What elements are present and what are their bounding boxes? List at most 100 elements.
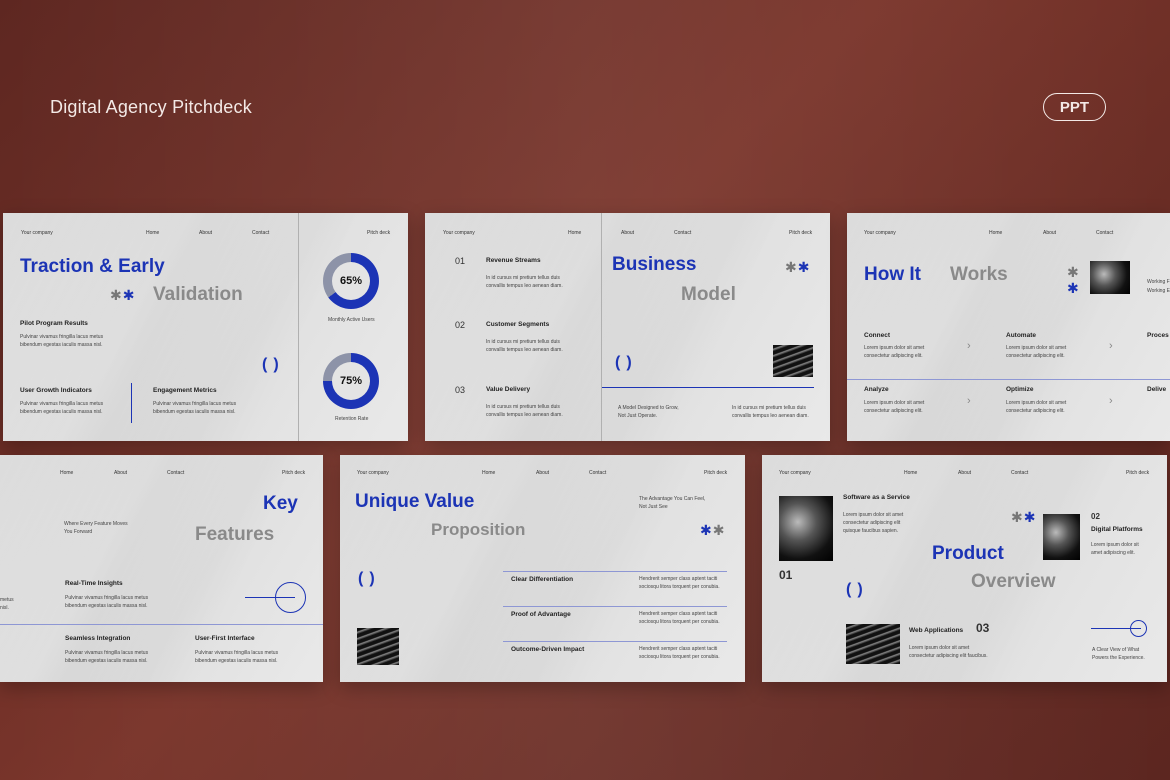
text: In id cursus mi pretium tellus duis conva…: [732, 405, 809, 419]
slide-unique-value[interactable]: Your company Home About Contact Pitch de…: [340, 455, 745, 682]
nav-about[interactable]: About: [958, 470, 971, 476]
stat-value: 75%: [332, 362, 370, 400]
slide-title: How It: [864, 264, 921, 285]
thumbnail-image: [1043, 514, 1080, 560]
slide-traction[interactable]: Your company Home About Contact Pitch de…: [3, 213, 408, 441]
text: Pulvinar vivamus fringilla lacus metus bi…: [65, 595, 149, 609]
chevron-right-icon[interactable]: ›: [967, 395, 971, 407]
slide-title: Unique Value: [355, 491, 475, 512]
nav-about[interactable]: About: [1043, 230, 1056, 236]
nav-pitch[interactable]: Pitch deck: [1126, 470, 1149, 476]
step-label: Analyze: [864, 386, 889, 393]
divider: [601, 213, 602, 441]
text: Lorem ipsum dolor sit amet consectetur ad…: [909, 645, 988, 659]
text: Lorem ipsum dolor sit amet adipiscing eli…: [1091, 542, 1139, 556]
side-text: Working F: [1147, 279, 1170, 285]
label-seamless: Seamless Integration: [65, 635, 131, 642]
ppt-badge[interactable]: PPT: [1043, 93, 1106, 121]
nav-about[interactable]: About: [199, 230, 212, 236]
nav-contact[interactable]: Contact: [252, 230, 269, 236]
slide-subtitle: Proposition: [431, 520, 526, 539]
text: Pulvinar vivamus fringilla lacus metus bi…: [20, 401, 104, 415]
item-label: Revenue Streams: [486, 257, 541, 264]
nav-home[interactable]: Home: [989, 230, 1002, 236]
divider: [0, 624, 323, 625]
thumbnail-image: [773, 345, 813, 377]
text: The Advantage You Can Feel, Not Just See: [639, 496, 706, 510]
divider: [298, 213, 299, 441]
divider: [847, 379, 1170, 380]
label-realtime: Real-Time Insights: [65, 580, 123, 587]
row-label: Outcome-Driven Impact: [511, 646, 585, 653]
slide-subtitle: Works: [950, 264, 1008, 285]
step-label: Delive: [1147, 386, 1167, 393]
slide-title: Product: [932, 543, 1004, 564]
nav-company[interactable]: Your company: [779, 470, 811, 476]
text: metus nisl.: [0, 597, 14, 611]
text: Hendrerit semper class aptent taciti soci…: [639, 646, 720, 660]
divider: [503, 571, 727, 572]
nav-company[interactable]: Your company: [443, 230, 475, 236]
slide-subtitle: Features: [195, 524, 275, 545]
divider: [503, 606, 727, 607]
arrow-circle-icon[interactable]: [1130, 620, 1147, 637]
nav-contact[interactable]: Contact: [589, 470, 606, 476]
nav-about[interactable]: About: [536, 470, 549, 476]
nav-home[interactable]: Home: [146, 230, 159, 236]
label-platforms: Digital Platforms: [1091, 526, 1143, 533]
text: Lorem ipsum dolor sit amet consectetur ad…: [864, 400, 925, 414]
label-engagement: Engagement Metrics: [153, 387, 217, 394]
item-number: 01: [779, 568, 793, 582]
nav-company[interactable]: Your company: [864, 230, 896, 236]
text: A Clear View of What Powers the Experienc…: [1092, 647, 1145, 661]
divider: [131, 383, 132, 423]
text: Hendrerit semper class aptent taciti soci…: [639, 611, 720, 625]
nav-about[interactable]: About: [621, 230, 634, 236]
nav-contact[interactable]: Contact: [674, 230, 691, 236]
text: Lorem ipsum dolor sit amet consectetur ad…: [1006, 345, 1067, 359]
arrow-circle-icon[interactable]: [275, 582, 306, 613]
slide-product-overview[interactable]: Your company Home About Contact Pitch de…: [762, 455, 1167, 682]
divider: [503, 641, 727, 642]
item-number: 02: [455, 320, 466, 330]
nav-pitch[interactable]: Pitch deck: [282, 470, 305, 476]
donut-chart-icon: 65%: [323, 253, 379, 309]
text: Where Every Feature Moves You Forward: [64, 521, 128, 535]
label-saas: Software as a Service: [843, 494, 910, 501]
nav-pitch[interactable]: Pitch deck: [367, 230, 390, 236]
text: In id cursus mi pretium tellus duis conva…: [486, 404, 563, 418]
label-webapps: Web Applications: [909, 627, 964, 634]
text: Pulvinar vivamus fringilla lacus metus bi…: [153, 401, 237, 415]
step-label: Optimize: [1006, 386, 1034, 393]
nav-about[interactable]: About: [114, 470, 127, 476]
slide-how-it-works[interactable]: Your company Home About Contact How It W…: [847, 213, 1170, 441]
parentheses-icon: (): [615, 354, 638, 371]
slide-glare: [0, 455, 323, 682]
nav-pitch[interactable]: Pitch deck: [789, 230, 812, 236]
slide-business-model[interactable]: Your company Home About Contact Pitch de…: [425, 213, 830, 441]
nav-contact[interactable]: Contact: [1011, 470, 1028, 476]
chevron-right-icon[interactable]: ›: [967, 340, 971, 352]
parentheses-icon: (): [358, 570, 381, 587]
row-label: Proof of Advantage: [511, 611, 571, 618]
nav-pitch[interactable]: Pitch deck: [704, 470, 727, 476]
nav-contact[interactable]: Contact: [1096, 230, 1113, 236]
chevron-right-icon[interactable]: ›: [1109, 340, 1113, 352]
nav-company[interactable]: Your company: [357, 470, 389, 476]
nav-contact[interactable]: Contact: [167, 470, 184, 476]
nav-company[interactable]: Your company: [21, 230, 53, 236]
nav-home[interactable]: Home: [60, 470, 73, 476]
page-title: Digital Agency Pitchdeck: [50, 97, 252, 117]
asterisk-icon: ✱✱: [110, 287, 136, 303]
item-label: Value Delivery: [486, 386, 531, 393]
slide-title: Key: [263, 493, 298, 514]
nav-home[interactable]: Home: [482, 470, 495, 476]
nav-home[interactable]: Home: [568, 230, 581, 236]
nav-home[interactable]: Home: [904, 470, 917, 476]
stat-label: Monthly Active Users: [328, 317, 375, 323]
step-label: Connect: [864, 332, 890, 339]
text: Hendrerit semper class aptent taciti soci…: [639, 576, 720, 590]
chevron-right-icon[interactable]: ›: [1109, 395, 1113, 407]
slide-key-features[interactable]: Home About Contact Pitch deck Key Where …: [0, 455, 323, 682]
step-label: Automate: [1006, 332, 1036, 339]
